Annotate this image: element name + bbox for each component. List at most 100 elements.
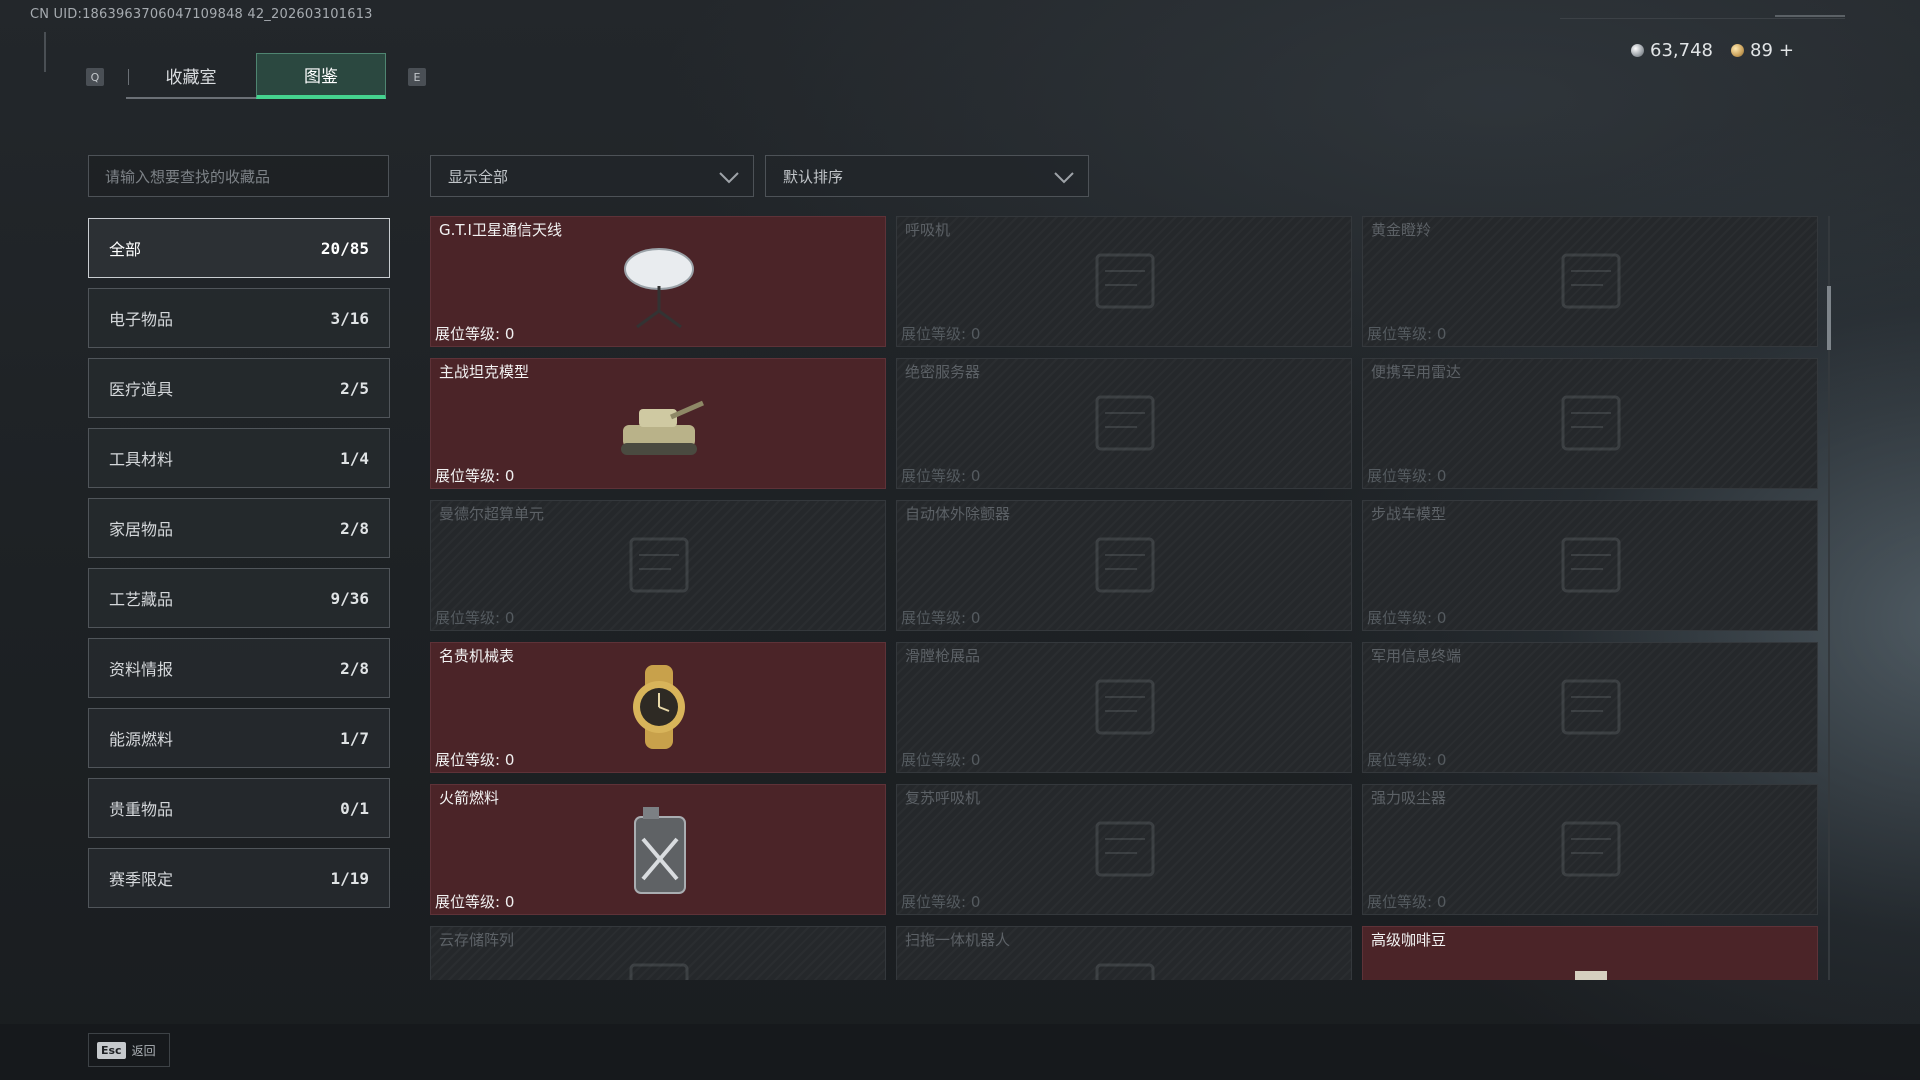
category-count: 9/36 (330, 588, 369, 608)
compute-unit-icon (629, 537, 689, 593)
item-booth-level: 展位等级: 0 (435, 893, 515, 911)
collection-grid: G.T.I卫星通信天线 展位等级: 0 呼吸机 展位等级: 0 黄金瞪羚 展位等级: 0主… (430, 216, 1818, 980)
collection-item-card[interactable]: 黄金瞪羚展位等级: 0 (1362, 216, 1818, 347)
item-booth-level: 展位等级: 0 (1367, 325, 1447, 343)
item-name: 绝密服务器 (905, 363, 981, 381)
category-label: 电子物品 (109, 310, 174, 329)
tank-model-icon (621, 400, 705, 455)
category-label: 贵重物品 (109, 800, 174, 819)
gold-currency[interactable]: 89 + (1731, 40, 1794, 61)
item-name: 名贵机械表 (439, 647, 515, 665)
category-valuables[interactable]: 贵重物品 0/1 (88, 778, 390, 838)
collection-item-card[interactable]: 滑膛枪展品展位等级: 0 (896, 642, 1352, 773)
category-label: 医疗道具 (109, 380, 174, 399)
collection-item-card[interactable]: 复苏呼吸机 展位等级: 0 (896, 784, 1352, 915)
key-hint-e[interactable]: E (408, 68, 426, 86)
vacuum-cleaner-icon (1561, 821, 1621, 877)
item-name: 黄金瞪羚 (1371, 221, 1432, 239)
tab-collection-room[interactable]: 收藏室 (126, 53, 256, 99)
category-all[interactable]: 全部 20/85 (88, 218, 390, 278)
coffee-beans-icon (1575, 971, 1607, 980)
category-household[interactable]: 家居物品 2/8 (88, 498, 390, 558)
item-booth-level: 展位等级: 0 (1367, 609, 1447, 627)
side-decor (44, 32, 46, 72)
item-booth-level: 展位等级: 0 (435, 325, 515, 343)
category-fuel[interactable]: 能源燃料 1/7 (88, 708, 390, 768)
display-filter-dropdown[interactable]: 显示全部 (430, 155, 754, 197)
category-count: 1/19 (330, 868, 369, 888)
collection-item-card[interactable]: 云存储阵列 (430, 926, 886, 980)
collection-item-card[interactable]: 名贵机械表 展位等级: 0 (430, 642, 886, 773)
search-input[interactable]: 请输入想要查找的收藏品 (88, 155, 389, 197)
collection-item-card[interactable]: 绝密服务器展位等级: 0 (896, 358, 1352, 489)
category-medical[interactable]: 医疗道具 2/5 (88, 358, 390, 418)
collection-item-card[interactable]: 主战坦克模型 展位等级: 0 (430, 358, 886, 489)
tab-codex[interactable]: 图鉴 (256, 53, 386, 99)
collection-item-card[interactable]: 扫拖一体机器人 (896, 926, 1352, 980)
scrollbar-thumb[interactable] (1827, 286, 1831, 350)
collection-item-card[interactable]: 步战车模型展位等级: 0 (1362, 500, 1818, 631)
item-name: 滑膛枪展品 (905, 647, 981, 665)
collection-item-card[interactable]: 军用信息终端 展位等级: 0 (1362, 642, 1818, 773)
collection-item-card[interactable]: 曼德尔超算单元 展位等级: 0 (430, 500, 886, 631)
item-booth-level: 展位等级: 0 (435, 609, 515, 627)
category-seasonal[interactable]: 赛季限定 1/19 (88, 848, 390, 908)
item-booth-level: 展位等级: 0 (901, 609, 981, 627)
ifv-model-icon (1561, 537, 1621, 593)
category-label: 赛季限定 (109, 870, 174, 889)
main-tabs: 收藏室 图鉴 (126, 53, 386, 99)
category-label: 工具材料 (109, 450, 174, 469)
item-booth-level: 展位等级: 0 (901, 467, 981, 485)
musket-icon (1095, 679, 1155, 735)
category-electronics[interactable]: 电子物品 3/16 (88, 288, 390, 348)
category-tools[interactable]: 工具材料 1/4 (88, 428, 390, 488)
esc-key-hint: Esc (97, 1041, 126, 1059)
item-name: 军用信息终端 (1371, 647, 1462, 665)
display-filter-value: 显示全部 (448, 167, 509, 186)
item-booth-level: 展位等级: 0 (1367, 467, 1447, 485)
collection-item-card[interactable]: 便携军用雷达展位等级: 0 (1362, 358, 1818, 489)
category-count: 20/85 (320, 238, 369, 258)
category-label: 家居物品 (109, 520, 174, 539)
bottom-bar (0, 1024, 1920, 1080)
resuscitator-icon (1095, 821, 1155, 877)
collection-item-card[interactable]: 强力吸尘器 展位等级: 0 (1362, 784, 1818, 915)
military-terminal-icon (1561, 679, 1621, 735)
category-intel[interactable]: 资料情报 2/8 (88, 638, 390, 698)
item-name: 步战车模型 (1371, 505, 1447, 523)
category-crafts[interactable]: 工艺藏品 9/36 (88, 568, 390, 628)
item-name: 扫拖一体机器人 (905, 931, 1011, 949)
radar-icon (1561, 395, 1621, 451)
robot-vacuum-icon (1095, 963, 1155, 980)
chevron-down-icon (1054, 172, 1074, 184)
silver-coin-icon (1631, 44, 1645, 57)
collection-item-card[interactable]: 自动体外除颤器展位等级: 0 (896, 500, 1352, 631)
fuel-canister-icon (634, 807, 686, 894)
item-name: 呼吸机 (905, 221, 951, 239)
wristwatch-icon (633, 665, 685, 749)
item-name: 便携军用雷达 (1371, 363, 1462, 381)
category-count: 2/8 (340, 518, 369, 538)
category-label: 全部 (109, 240, 142, 259)
collection-item-card[interactable]: 呼吸机 展位等级: 0 (896, 216, 1352, 347)
item-booth-level: 展位等级: 0 (901, 893, 981, 911)
silver-currency: 63,748 (1631, 40, 1713, 61)
item-booth-level: 展位等级: 0 (901, 751, 981, 769)
category-count: 2/8 (340, 658, 369, 678)
back-button[interactable]: Esc 返回 (88, 1033, 170, 1067)
item-name: 主战坦克模型 (439, 363, 530, 381)
gold-amount: 89 (1750, 40, 1773, 61)
category-count: 1/7 (340, 728, 369, 748)
add-gold-button[interactable]: + (1779, 40, 1794, 61)
key-hint-q[interactable]: Q (86, 68, 104, 86)
storage-array-icon (629, 963, 689, 980)
item-name: 自动体外除颤器 (905, 505, 1011, 523)
collection-item-card[interactable]: 高级咖啡豆 (1362, 926, 1818, 980)
sort-dropdown[interactable]: 默认排序 (765, 155, 1089, 197)
top-decor-line (1560, 18, 1845, 19)
satellite-dish-icon (624, 248, 694, 329)
collection-item-card[interactable]: G.T.I卫星通信天线 展位等级: 0 (430, 216, 886, 347)
gold-coin-icon (1731, 44, 1744, 57)
defibrillator-icon (1095, 537, 1155, 593)
collection-item-card[interactable]: 火箭燃料 展位等级: 0 (430, 784, 886, 915)
